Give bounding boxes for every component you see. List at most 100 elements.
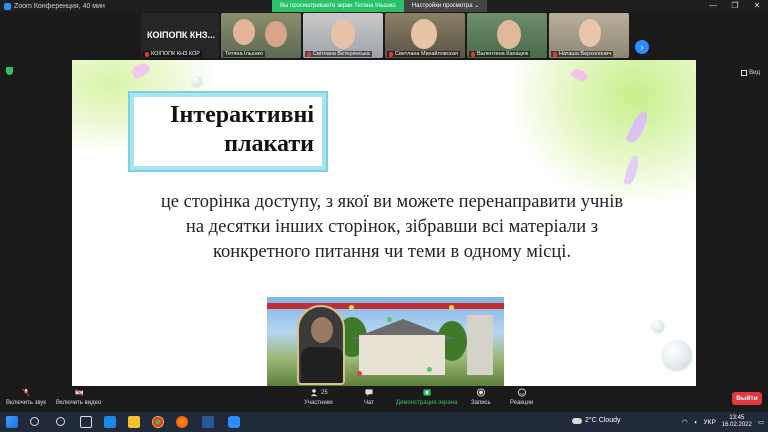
reactions-label: Реакции [510,400,534,406]
viewing-screen-label: Вы просматриваете экран Тетяна Ільєнко [272,0,404,12]
zoom-logo-icon [4,2,11,10]
firefox-icon[interactable] [176,416,188,428]
participant-name: Світлана Ветерянська [313,51,370,57]
chat-label: Чат [364,400,374,406]
chrome-icon[interactable] [152,416,164,428]
meeting-toolbar: Включить звук Включить видео 25 Участник… [0,386,768,412]
app-title: Zoom Конференция, 40 мин [0,2,105,10]
windows-taskbar: 2°C Cloudy ◠ ◖ УКР 13:45 16.02.2022 ▭ [0,412,768,432]
participants-icon-group: 25 [309,388,328,397]
shield-icon[interactable] [6,67,13,75]
file-explorer-icon[interactable] [128,416,140,428]
volume-icon[interactable]: ◖ [694,419,698,426]
participant-name-label: Валентина Капацюк [469,51,531,57]
bubble-decoration [652,320,664,332]
video-camera-off-icon [74,388,83,397]
reactions-button[interactable]: Реакции [510,388,533,406]
chat-button[interactable]: Чат [364,388,374,406]
participant-tile[interactable]: КОІПОПК КНЗ... КОІПОПК КНЗ КОР [141,13,219,58]
clock-date: 16.02.2022 [721,422,752,428]
participant-name: Валентина Капацюк [477,51,529,57]
clock-time: 13:45 [729,415,745,421]
participant-name-label: Світлана Ветерянська [305,51,372,57]
hotspot-icon[interactable] [449,305,454,310]
record-button[interactable]: Запись [471,388,491,406]
poster-frame [267,303,504,309]
hotspot-icon[interactable] [427,367,432,372]
hotspot-icon[interactable] [357,371,362,376]
slide-poster-image [267,297,504,386]
view-options-button[interactable]: Настройки просмотра ⌄ [403,0,488,12]
weather-widget[interactable]: 2°C Cloudy [572,417,620,424]
participant-video [497,20,521,49]
participant-tile[interactable]: Наташа Верхолонич [549,13,629,58]
clock[interactable]: 13:45 16.02.2022 [722,415,752,429]
participant-name-label: КОІПОПК КНЗ КОР [143,51,202,57]
next-page-arrow-icon[interactable]: › [635,40,649,54]
hotspot-icon[interactable] [387,317,392,322]
participants-button[interactable]: 25 Участники [304,388,333,406]
muted-mic-icon [145,51,149,57]
leave-meeting-button[interactable]: Выйти [732,392,762,405]
house-decoration [359,335,445,375]
participant-video [331,19,355,49]
portrait-suit [301,347,343,383]
participant-video [411,19,437,49]
microphone-muted-icon [22,388,30,397]
notifications-icon[interactable]: ▭ [758,418,764,426]
edge-browser-icon[interactable] [104,416,116,428]
slide-heading-line2: плакати [224,131,314,157]
slide-heading-line1: Інтерактивні [170,102,314,128]
share-screen-icon [423,389,431,396]
grid-view-icon [741,70,748,76]
unmute-button[interactable]: Включить звук [6,388,46,406]
participant-name: КОІПОПК КНЗ КОР [151,51,200,57]
participants-icon [310,389,318,397]
close-window-button[interactable]: ✕ [746,0,768,12]
chat-icon [365,389,373,397]
cloud-icon [572,417,582,424]
participants-count: 25 [320,389,328,396]
participant-video-strip: КОІПОПК КНЗ... КОІПОПК КНЗ КОР Тетяна Іл… [0,12,768,60]
participant-video [265,21,287,47]
maximize-button[interactable]: ❐ [724,0,746,12]
task-view-icon[interactable] [80,416,92,428]
shared-screen-area: Вид Інтерактивні плакати це сторінка дос… [0,60,768,386]
share-screen-button[interactable]: Демонстрация экрана [396,388,457,406]
share-screen-label: Демонстрация экрана [396,400,458,406]
participant-name: Светлана Михайловская [395,51,458,57]
zoom-taskbar-icon[interactable] [228,416,240,428]
participant-tile[interactable]: Світлана Ветерянська [303,13,383,58]
bubble-decoration [192,76,202,86]
system-tray: ◠ ◖ УКР 13:45 16.02.2022 ▭ [682,412,764,432]
language-indicator[interactable]: УКР [704,419,716,426]
muted-mic-icon [471,51,475,57]
participant-video [579,19,601,47]
slide-heading-box: Інтерактивні плакати [130,93,326,170]
muted-mic-icon [307,51,311,57]
participant-tile[interactable]: Валентина Капацюк [467,13,547,58]
start-video-label: Включить видео [56,400,102,406]
view-button-label: Вид [749,70,760,76]
screen-share-banner: Вы просматриваете экран Тетяна Ільєнко Н… [272,0,488,12]
participant-tile[interactable]: Тетяна Ільєнко [221,13,301,58]
weather-text: 2°C Cloudy [585,417,621,424]
participant-display-name: КОІПОПК КНЗ... [147,30,216,40]
word-icon[interactable] [202,416,214,428]
participant-video [233,19,255,45]
reactions-icon [517,388,526,397]
start-video-button[interactable]: Включить видео [56,388,101,406]
participant-name: Наташа Верхолонич [559,51,612,57]
hotspot-icon[interactable] [349,305,354,310]
participants-label: Участники [304,400,333,406]
windows-start-icon[interactable] [6,416,18,428]
network-icon[interactable]: ◠ [682,418,688,426]
cortana-icon[interactable] [56,417,65,426]
record-icon [476,388,485,397]
participant-name-label: Тетяна Ільєнко [223,51,266,57]
slide-body-text: це сторінка доступу, з якої ви можете пе… [160,192,624,262]
search-icon[interactable] [30,417,39,426]
minimize-button[interactable]: — [702,0,724,12]
participant-tile[interactable]: Светлана Михайловская [385,13,465,58]
view-button[interactable]: Вид [741,70,760,76]
